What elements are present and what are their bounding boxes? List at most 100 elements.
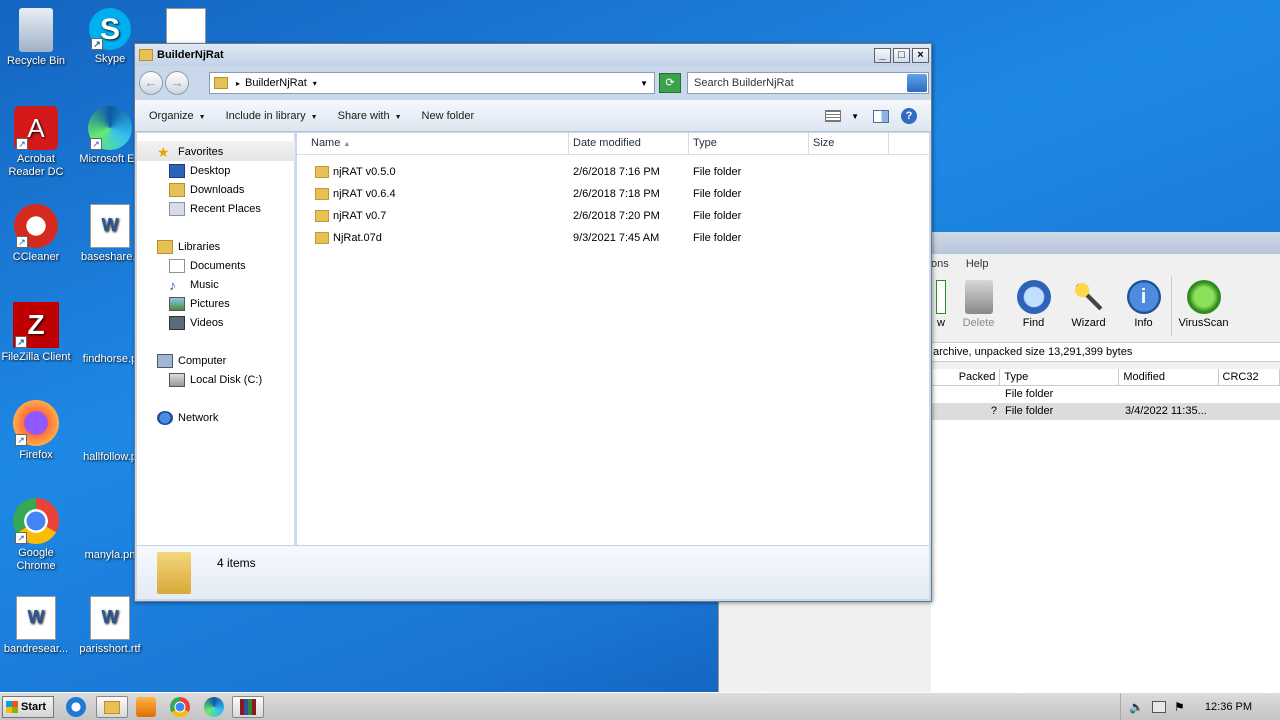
desktop-icon-parisshort[interactable]: W parisshort.rtf — [72, 596, 148, 656]
volume-icon[interactable]: 🔈 — [1129, 700, 1144, 714]
view-options-dropdown-icon[interactable]: ▼ — [851, 112, 859, 121]
nav-videos[interactable]: Videos — [169, 316, 223, 330]
acrobat-icon: A ↗ — [14, 106, 58, 150]
column-name[interactable]: Name ▲ — [297, 133, 569, 155]
explorer-window[interactable]: BuilderNjRat _ □ × ← → ▸ BuilderNjRat ▾ … — [134, 43, 932, 602]
breadcrumb-arrow-icon[interactable]: ▸ — [236, 79, 240, 88]
start-button[interactable]: Start — [2, 696, 54, 718]
close-button[interactable]: × — [912, 47, 929, 63]
archive-row[interactable]: File folder — [931, 386, 1280, 403]
tool-view[interactable]: w — [931, 276, 951, 336]
refresh-button[interactable]: ⟳ — [659, 73, 681, 93]
internet-explorer-icon[interactable] — [66, 697, 86, 717]
documents-icon — [169, 259, 185, 273]
word-document-icon: W — [16, 596, 56, 640]
nav-computer[interactable]: Computer — [157, 354, 226, 368]
address-bar[interactable]: ▸ BuilderNjRat ▾ ▼ — [209, 72, 655, 94]
file-icon — [86, 400, 134, 448]
address-row: ← → ▸ BuilderNjRat ▾ ▼ ⟳ Search BuilderN… — [139, 70, 929, 96]
folder-icon — [315, 188, 329, 200]
winrar-taskbar-button[interactable] — [232, 696, 264, 718]
desktop-icon-label: Acrobat Reader DC — [8, 153, 64, 178]
ccleaner-icon: ↗ — [14, 204, 58, 248]
breadcrumb-dropdown-icon[interactable]: ▾ — [313, 79, 317, 88]
explorer-titlebar[interactable]: BuilderNjRat _ □ × — [135, 44, 931, 66]
search-input[interactable]: Search BuilderNjRat — [687, 72, 929, 94]
maximize-button[interactable]: □ — [893, 47, 910, 63]
desktop-icon-ccleaner[interactable]: ↗ CCleaner — [0, 204, 74, 264]
nav-pictures[interactable]: Pictures — [169, 297, 230, 311]
column-type[interactable]: Type — [1000, 369, 1120, 385]
column-crc32[interactable]: CRC32 — [1219, 369, 1280, 385]
desktop-icon-recycle-bin[interactable]: Recycle Bin — [0, 8, 74, 68]
edge-icon[interactable] — [204, 697, 224, 717]
organize-button[interactable]: Organize ▼ — [149, 110, 206, 122]
column-date-modified[interactable]: Date modified — [569, 133, 689, 155]
column-packed[interactable]: Packed — [931, 369, 1001, 385]
nav-favorites[interactable]: ★ Favorites — [157, 145, 223, 159]
help-icon[interactable]: ? — [901, 108, 917, 124]
archive-column-headers: Packed Type Modified CRC32 — [931, 369, 1280, 386]
file-icon — [86, 498, 134, 546]
desktop-icon-chrome[interactable]: ↗ Google Chrome — [0, 498, 74, 573]
change-view-icon[interactable] — [825, 110, 842, 122]
desktop-icon-firefox[interactable]: ↗ Firefox — [0, 400, 74, 462]
address-history-icon[interactable]: ▼ — [640, 79, 648, 88]
menu-item-help[interactable]: Help — [966, 258, 989, 270]
nav-downloads[interactable]: Downloads — [169, 183, 244, 197]
action-center-flag-icon[interactable]: ⚑ — [1174, 700, 1185, 714]
column-size[interactable]: Size — [809, 133, 889, 155]
include-in-library-button[interactable]: Include in library ▼ — [226, 110, 318, 122]
word-document-icon: W — [90, 596, 130, 640]
file-row[interactable]: NjRat.07d 9/3/2021 7:45 AM File folder — [297, 228, 813, 248]
chrome-icon[interactable] — [170, 697, 190, 717]
menu-item-options[interactable]: ons — [931, 258, 949, 270]
folder-large-icon — [157, 552, 191, 594]
nav-libraries[interactable]: Libraries — [157, 240, 220, 254]
network-status-icon[interactable] — [1151, 701, 1166, 713]
share-with-button[interactable]: Share with ▼ — [338, 110, 402, 122]
desktop-icon-filezilla[interactable]: Z ↗ FileZilla Client — [0, 302, 74, 364]
firefox-icon: ↗ — [13, 400, 59, 446]
nav-desktop[interactable]: Desktop — [169, 164, 230, 178]
tool-find[interactable]: Find — [1006, 276, 1061, 336]
archive-row[interactable]: ? File folder 3/4/2022 11:35... — [931, 403, 1280, 420]
windows-logo-icon — [6, 701, 18, 713]
tool-virusscan[interactable]: VirusScan — [1171, 276, 1235, 336]
breadcrumb-item[interactable]: BuilderNjRat — [245, 77, 307, 89]
info-icon: i — [1126, 280, 1161, 314]
search-placeholder: Search BuilderNjRat — [694, 77, 794, 89]
minimize-button[interactable]: _ — [874, 47, 891, 63]
clock[interactable]: 12:36 PM — [1205, 701, 1252, 713]
background-toolbar: w Delete Find Wizard i Info VirusScan — [931, 276, 1280, 336]
file-row[interactable]: njRAT v0.5.0 2/6/2018 7:16 PM File folde… — [297, 162, 813, 182]
column-modified[interactable]: Modified — [1119, 369, 1219, 385]
desktop-icon-label: Google Chrome — [16, 547, 56, 572]
sort-ascending-icon: ▲ — [343, 141, 351, 148]
explorer-taskbar-button[interactable] — [96, 696, 128, 718]
desktop-icon-acrobat[interactable]: A ↗ Acrobat Reader DC — [0, 106, 74, 179]
back-button[interactable]: ← — [139, 71, 163, 95]
preview-pane-icon[interactable] — [873, 109, 889, 123]
tool-info[interactable]: i Info — [1116, 276, 1171, 336]
libraries-icon — [157, 240, 173, 254]
search-icon[interactable] — [907, 74, 927, 92]
nav-documents[interactable]: Documents — [169, 259, 246, 273]
tool-delete[interactable]: Delete — [951, 276, 1006, 336]
nav-recent-places[interactable]: Recent Places — [169, 202, 261, 216]
column-type[interactable]: Type — [689, 133, 809, 155]
desktop-icon-label: Recycle Bin — [6, 55, 66, 67]
forward-button[interactable]: → — [165, 71, 189, 95]
new-folder-button[interactable]: New folder — [422, 110, 475, 122]
desktop-icon-word-top[interactable] — [148, 8, 224, 47]
taskbar: Start 🔈 ⚑ 12:36 PM — [0, 692, 1280, 720]
file-row[interactable]: njRAT v0.7 2/6/2018 7:20 PM File folder — [297, 206, 813, 226]
tool-wizard[interactable]: Wizard — [1061, 276, 1116, 336]
nav-music[interactable]: ♪ Music — [169, 278, 219, 292]
desktop-icon-bandresear[interactable]: W bandresear... — [0, 596, 74, 656]
nav-network[interactable]: Network — [157, 411, 218, 425]
file-row[interactable]: njRAT v0.6.4 2/6/2018 7:18 PM File folde… — [297, 184, 813, 204]
view-icon — [936, 280, 946, 314]
media-player-icon[interactable] — [136, 697, 156, 717]
nav-local-disk[interactable]: Local Disk (C:) — [169, 373, 262, 387]
